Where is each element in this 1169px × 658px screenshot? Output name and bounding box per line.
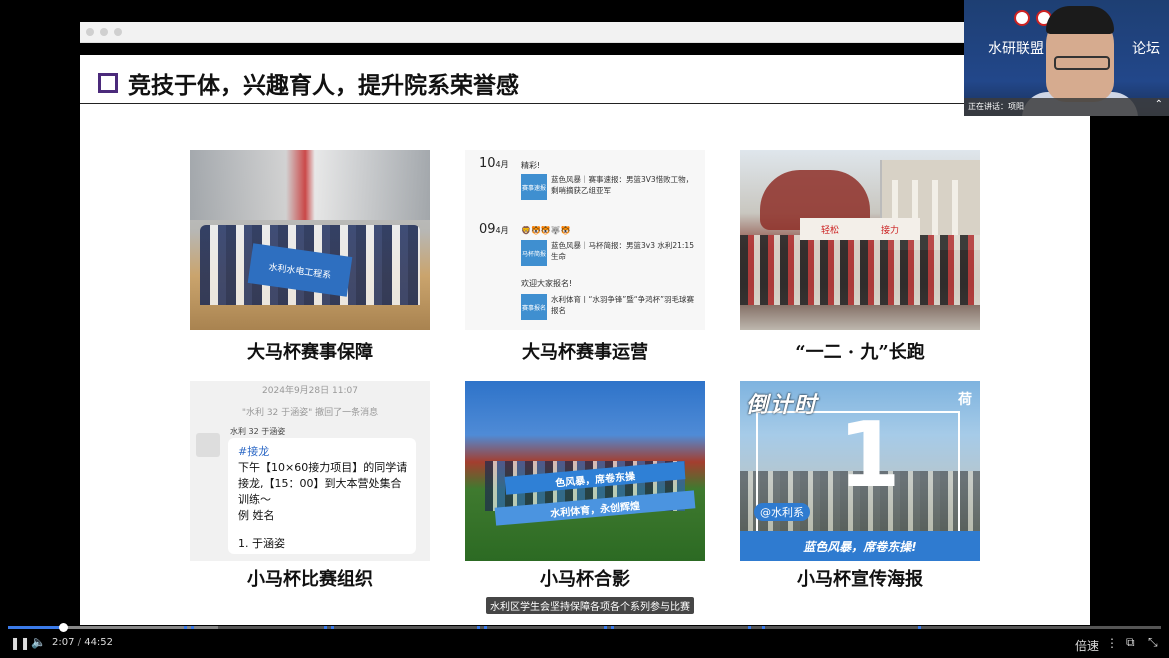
time-display: 2:07 / 44:52 xyxy=(52,637,114,648)
pause-icon[interactable]: ❚❚ xyxy=(10,636,30,650)
window-dot xyxy=(100,28,108,36)
pip-icon[interactable]: ⧉ xyxy=(1126,635,1135,650)
current-time: 2:07 xyxy=(52,637,75,648)
speaker-label: 正在讲话：项阳 xyxy=(968,102,1024,111)
countdown-poster: 1 倒计时 荷 @水利系 蓝色风暴，席卷东操! xyxy=(740,381,980,561)
feed-text-1: 蓝色风暴｜赛事速报：男篮3V3惜败工物，剩哨摘获乙组亚军 xyxy=(551,175,694,195)
caption-card-4: 小马杯比赛组织 xyxy=(247,569,373,590)
presentation-window-bar xyxy=(80,22,1090,43)
building-column xyxy=(952,180,958,240)
photo-running-group: 轻松 接力 xyxy=(740,150,980,330)
caption-card-2: 大马杯赛事运营 xyxy=(522,342,648,363)
speaker-bar: 正在讲话：项阳 ⌃ xyxy=(964,98,1169,116)
gym-wall xyxy=(190,150,430,220)
feed-thumb-2: 马杯简报 xyxy=(521,240,547,266)
feed-thumb-1: 赛事速报 xyxy=(521,174,547,200)
exit-fullscreen-icon[interactable]: ⤡ xyxy=(1148,635,1158,650)
chat-timestamp: 2024年9月28日 11:07 xyxy=(262,386,358,396)
feed-date-1: 104月 xyxy=(479,156,509,171)
progress-buffered xyxy=(63,626,218,629)
title-bullet-icon xyxy=(98,73,118,93)
run-banner: 轻松 接力 xyxy=(800,218,920,240)
chat-avatar xyxy=(196,433,220,457)
poster-tag: @水利系 xyxy=(754,503,810,521)
chevron-up-icon[interactable]: ⌃ xyxy=(1155,99,1163,110)
chapter-marker xyxy=(324,626,327,629)
chat-line-2: 接龙,【15：00】到大本营处集合 xyxy=(238,477,402,490)
progress-handle[interactable] xyxy=(59,623,68,632)
feed-head-1: 精彩! xyxy=(521,161,541,170)
progress-bar[interactable] xyxy=(8,623,1161,632)
chat-line-4: 例 姓名 xyxy=(238,509,275,522)
slide-title: 竞技于体，兴趣育人，提升院系荣誉感 xyxy=(128,72,519,99)
feed-item-2: 马杯简报 蓝色风暴｜马杯简报：男篮3v3 水利21:15生命 xyxy=(521,240,696,270)
photo-basketball-team: 水利水电工程系 xyxy=(190,150,430,330)
title-divider xyxy=(80,103,1090,104)
slide-title-row: 竞技于体，兴趣育人，提升院系荣誉感 xyxy=(98,65,519,101)
chapter-marker xyxy=(762,626,765,629)
building-column xyxy=(932,180,938,240)
speaker-glasses xyxy=(1054,56,1110,70)
feed-head-3: 欢迎大家报名! xyxy=(521,279,573,288)
subtitle-caption: 水利区学生会坚持保障各项各个系列参与比赛 xyxy=(486,597,694,614)
chat-line-1: 下午【10×60接力项目】的同学请 xyxy=(238,461,408,474)
feed-thumb-3: 赛事报名 xyxy=(521,294,547,320)
chat-sender: 水利 32 于涵姿 xyxy=(230,427,286,436)
chapter-marker xyxy=(611,626,614,629)
progress-played xyxy=(8,626,63,629)
feed-head-2: 🦁🐯🐯🐺🐯 xyxy=(521,226,571,235)
window-dot xyxy=(114,28,122,36)
chapter-marker xyxy=(484,626,487,629)
feed-item-3: 赛事报名 水利体育丨“水羽争锋”暨“争鸿杯”羽毛球赛报名 xyxy=(521,294,696,324)
chat-tag: #接龙 xyxy=(238,445,270,458)
caption-card-3: “一二 · 九”长跑 xyxy=(795,342,925,363)
feed-item-1: 赛事速报 蓝色风暴｜赛事速报：男篮3V3惜败工物，剩哨摘获乙组亚军 xyxy=(521,174,696,204)
poster-logo: 荷 xyxy=(958,392,972,408)
chapter-marker xyxy=(191,626,194,629)
speaker-hair xyxy=(1046,6,1114,34)
run-banner-left: 轻松 xyxy=(820,225,839,236)
more-icon[interactable]: ⋮ xyxy=(1106,636,1118,650)
chapter-marker xyxy=(331,626,334,629)
total-time: 44:52 xyxy=(84,637,114,648)
poster-slogan: 蓝色风暴，席卷东操! xyxy=(740,531,980,561)
chapter-marker xyxy=(184,626,187,629)
video-header-left: 水研联盟 xyxy=(988,41,1044,57)
caption-card-6: 小马杯宣传海报 xyxy=(797,569,923,590)
screenshot-chat: 2024年9月28日 11:07 "水利 32 于涵姿" 撤回了一条消息 水利 … xyxy=(190,381,430,561)
run-banner-right: 接力 xyxy=(880,225,899,236)
poster-title: 倒计时 xyxy=(746,393,819,418)
chat-recall-notice: "水利 32 于涵姿" 撤回了一条消息 xyxy=(241,408,379,418)
speed-button[interactable]: 倍速 xyxy=(1075,637,1099,654)
runner-crowd xyxy=(740,235,980,305)
volume-icon[interactable]: 🔈 xyxy=(31,635,46,649)
poster-countdown-number: 1 xyxy=(838,403,901,508)
screenshot-news-feed: 104月 精彩! 赛事速报 蓝色风暴｜赛事速报：男篮3V3惜败工物，剩哨摘获乙组… xyxy=(465,150,705,330)
chapter-marker xyxy=(477,626,480,629)
chat-line-5: 1. 于涵姿 xyxy=(238,537,285,550)
photo-field-group: 色风暴，席卷东操 水利体育，永创辉煌 xyxy=(465,381,705,561)
chapter-marker xyxy=(748,626,751,629)
chapter-marker xyxy=(918,626,921,629)
school-logo-icon xyxy=(1014,10,1030,26)
chat-bubble: #接龙 下午【10×60接力项目】的同学请 接龙,【15：00】到大本营处集合 … xyxy=(228,438,416,554)
caption-card-1: 大马杯赛事保障 xyxy=(247,342,373,363)
video-header-right: 论坛 xyxy=(1132,41,1160,57)
presentation-slide: 竞技于体，兴趣育人，提升院系荣誉感 水利水电工程系 大马杯赛事保障 104月 精… xyxy=(80,55,1090,625)
feed-text-2: 蓝色风暴｜马杯简报：男篮3v3 水利21:15生命 xyxy=(551,241,694,261)
window-dot xyxy=(86,28,94,36)
speaker-video[interactable]: 水研联盟 论坛 正在讲话：项阳 ⌃ xyxy=(964,0,1169,116)
caption-card-5: 小马杯合影 xyxy=(540,569,630,590)
feed-text-3: 水利体育丨“水羽争锋”暨“争鸿杯”羽毛球赛报名 xyxy=(551,295,695,315)
chat-line-3: 训练～ xyxy=(238,493,271,506)
feed-date-2: 094月 xyxy=(479,222,509,237)
chapter-marker xyxy=(604,626,607,629)
